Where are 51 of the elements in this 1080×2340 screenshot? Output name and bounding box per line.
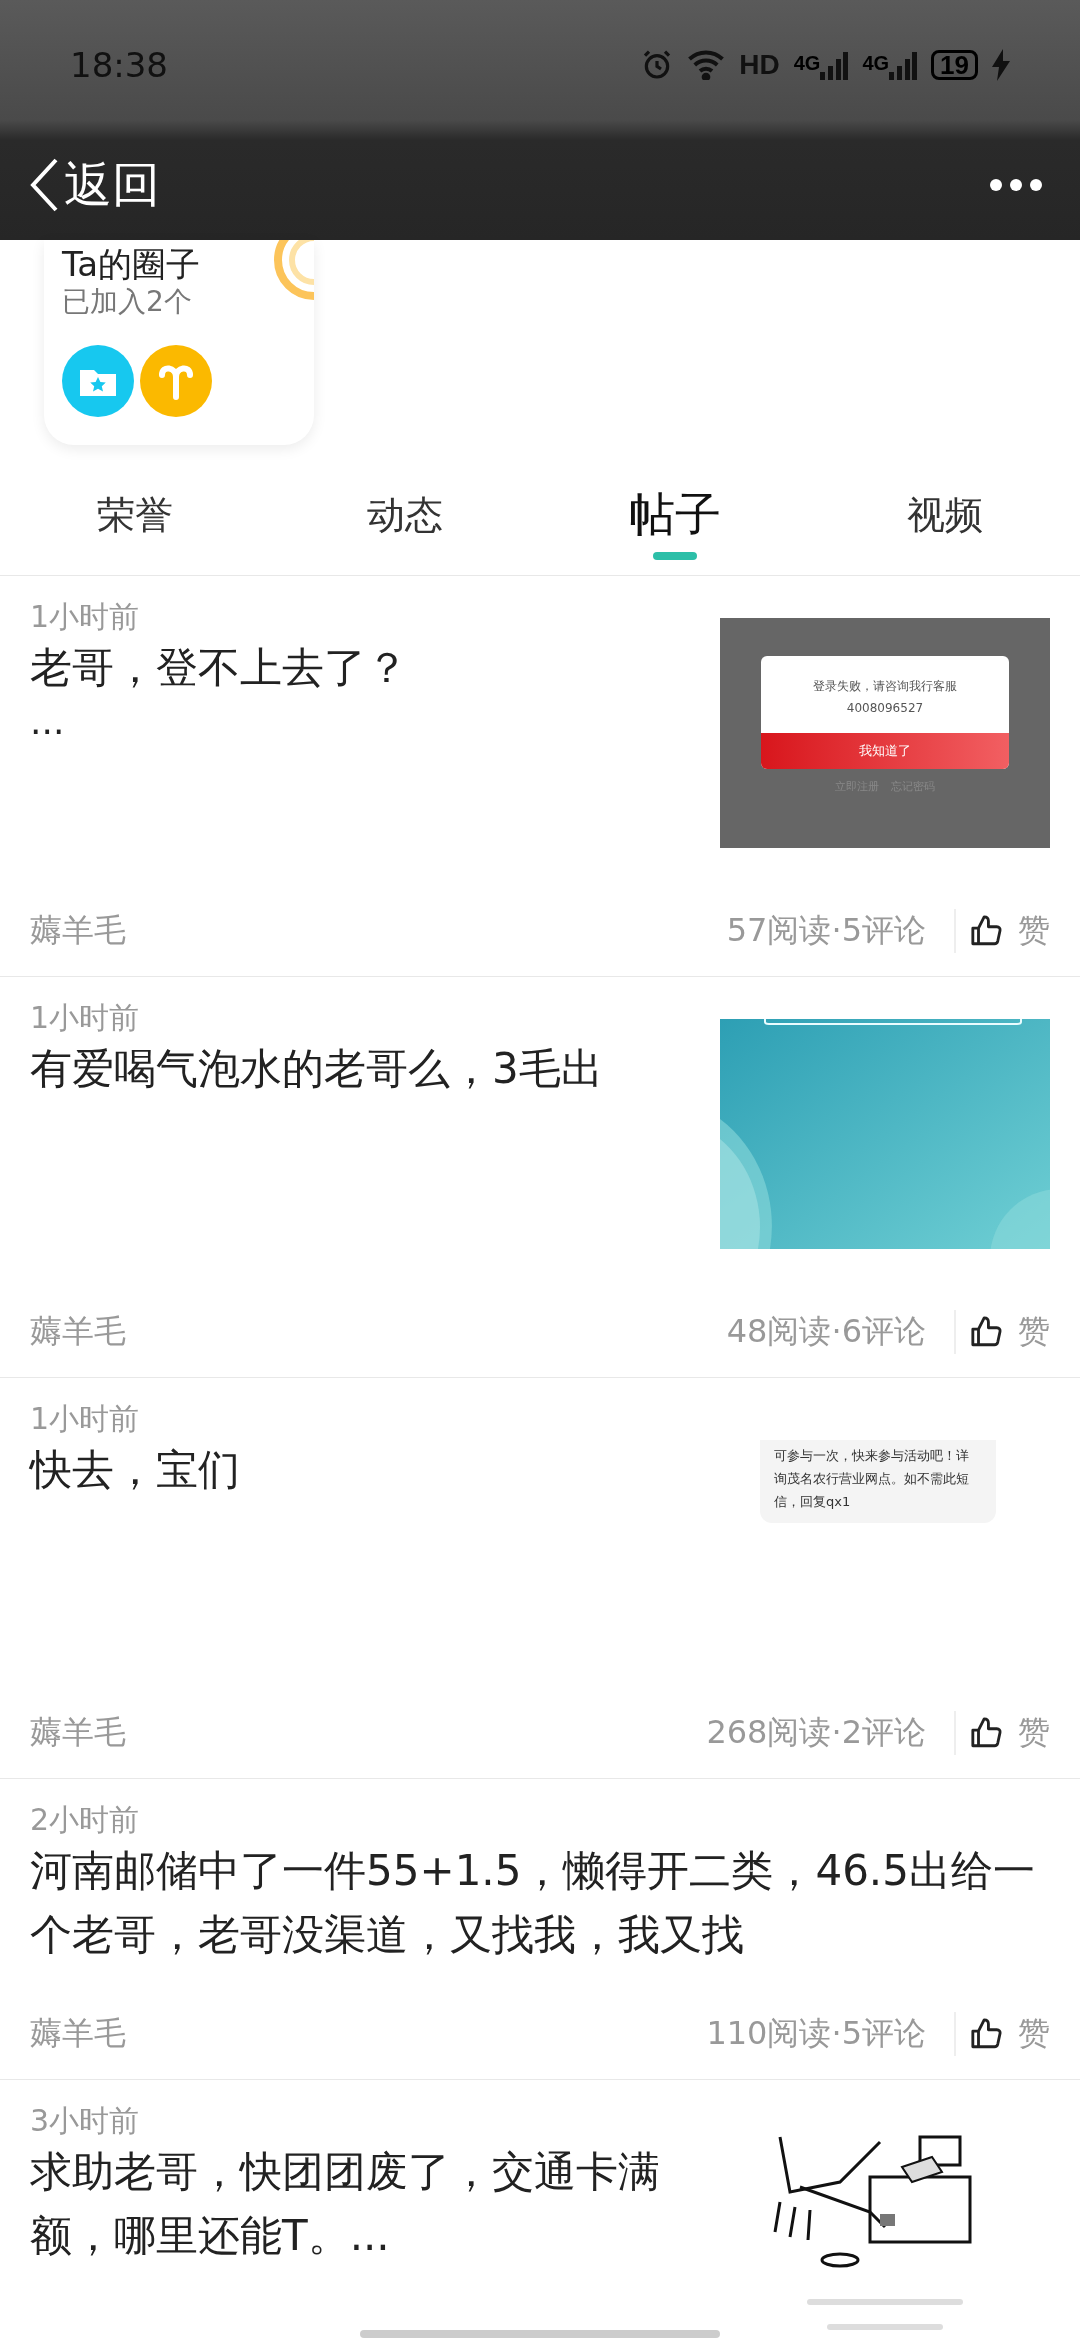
post-time: 1小时前	[30, 999, 141, 1037]
post-author: 薅羊毛	[30, 2013, 126, 2054]
thumbs-up-icon	[970, 2017, 1004, 2051]
post-title: 老哥，登不上去了？	[30, 642, 409, 694]
post-author: 薅羊毛	[30, 1311, 126, 1352]
post-stats: 57阅读·5评论	[726, 909, 956, 953]
charging-icon	[992, 49, 1010, 81]
thumbs-up-icon	[970, 1716, 1004, 1750]
post-item[interactable]: 3小时前 求助老哥，快团团废了，交通卡满额，哪里还能T。...	[0, 2079, 1080, 2340]
post-item[interactable]: 1小时前 快去，宝们 可参与一次，快来参与活动吧！详 询茂名农行营业网点。如不需此短 信，回复qx1 薅羊毛 268阅读·2评论 赞	[0, 1377, 1080, 1778]
post-stats: 110阅读·5评论	[706, 2012, 956, 2056]
circle-card[interactable]: Ta的圈子 已加入2个	[44, 240, 314, 445]
wifi-icon	[687, 50, 726, 80]
card-subtitle: 已加入2个	[62, 284, 193, 320]
post-item[interactable]: 2小时前 河南邮储中了一件55+1.5，懒得开二类，46.5出给一个老哥，老哥没渠道，又找我，我又找 薅羊毛 110阅读·5评论 赞	[0, 1778, 1080, 2079]
post-time: 1小时前	[30, 1400, 141, 1438]
back-button[interactable]: 返回	[30, 153, 160, 217]
post-body: ...	[30, 700, 66, 744]
post-stats: 268阅读·2评论	[706, 1711, 956, 1755]
post-item[interactable]: 1小时前 有爱喝气泡水的老哥么，3毛出 薅羊毛 48阅读·6评论 赞	[0, 976, 1080, 1377]
dialog-button: 我知道了	[761, 733, 1009, 769]
post-time: 1小时前	[30, 598, 141, 636]
status-time: 18:38	[70, 45, 168, 85]
tab[interactable]: 帖子	[540, 470, 810, 560]
sms-text: 信，回复qx1	[774, 1493, 852, 1511]
post-stats: 48阅读·6评论	[726, 1310, 956, 1354]
tab[interactable]: 动态	[270, 470, 540, 560]
sms-text: 询茂名农行营业网点。如不需此短	[774, 1470, 970, 1488]
post-time: 2小时前	[30, 1801, 141, 1839]
thumbs-up-icon	[970, 1315, 1004, 1349]
tab[interactable]: 视频	[810, 470, 1080, 560]
dialog-message: 登录失败，请咨询我行客服	[813, 678, 957, 695]
signal-icon	[889, 50, 918, 80]
network-type: 4G	[862, 52, 890, 75]
post-title: 快去，宝们	[30, 1444, 241, 1496]
post-author: 薅羊毛	[30, 910, 126, 951]
hd-indicator: HD	[739, 49, 780, 81]
sms-text: 可参与一次，快来参与活动吧！详	[774, 1447, 970, 1465]
post-time: 3小时前	[30, 2102, 141, 2140]
thumbs-up-icon	[970, 914, 1004, 948]
signal-icon	[820, 50, 849, 80]
post-title: 求助老哥，快团团废了，交通卡满额，哪里还能T。...	[30, 2146, 661, 2262]
chevron-left-icon	[30, 158, 58, 212]
post-author: 薅羊毛	[30, 1712, 126, 1753]
network-type: 4G	[793, 52, 821, 75]
dialog-phone: 4008096527	[846, 701, 924, 715]
tab[interactable]: 荣誉	[0, 470, 270, 560]
post-title: 河南邮储中了一件55+1.5，懒得开二类，46.5出给一个老哥，老哥没渠道，又找我，我又找	[30, 1845, 1036, 1961]
post-title: 有爱喝气泡水的老哥么，3毛出	[30, 1043, 604, 1095]
card-title: Ta的圈子	[62, 244, 200, 284]
battery-level: 19	[931, 50, 978, 80]
